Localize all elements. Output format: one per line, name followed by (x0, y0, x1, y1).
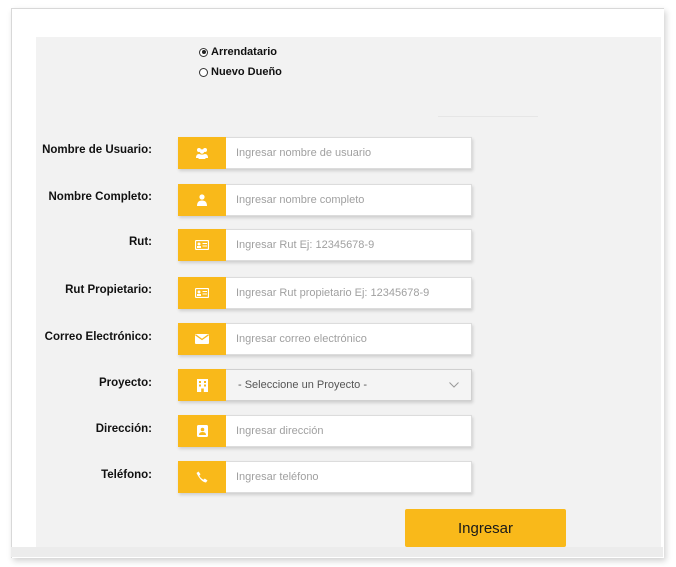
username-label: Nombre de Usuario: (42, 144, 152, 156)
rut-field-group (178, 229, 472, 261)
email-field-group (178, 323, 472, 355)
address-field-group (178, 415, 472, 447)
fullname-input[interactable] (226, 184, 472, 216)
user-icon (178, 184, 226, 216)
id-card-icon (178, 277, 226, 309)
email-label: Correo Electrónico: (44, 331, 152, 343)
project-field-group: - Seleccione un Proyecto - (178, 369, 472, 401)
phone-label: Teléfono: (101, 469, 152, 481)
fullname-field-group (178, 184, 472, 216)
role-radio-group: Arrendatario Nuevo Dueño (199, 42, 282, 82)
rut-input[interactable] (226, 229, 472, 261)
phone-icon (178, 461, 226, 493)
project-select-value: - Seleccione un Proyecto - (238, 379, 368, 391)
building-icon (178, 369, 226, 401)
owner-rut-label: Rut Propietario: (65, 284, 152, 296)
fullname-label: Nombre Completo: (48, 191, 153, 203)
phone-input[interactable] (226, 461, 472, 493)
submit-button[interactable]: Ingresar (405, 509, 566, 547)
radio-label-arrendatario: Arrendatario (211, 46, 278, 58)
address-input[interactable] (226, 415, 472, 447)
address-label: Dirección: (95, 423, 152, 435)
envelope-icon (178, 323, 226, 355)
address-card-icon (178, 415, 226, 447)
project-label: Proyecto: (98, 377, 152, 389)
divider (438, 116, 538, 117)
phone-field-group (178, 461, 472, 493)
username-input[interactable] (226, 137, 472, 169)
id-card-icon (178, 229, 226, 261)
radio-arrendatario[interactable]: Arrendatario (199, 42, 282, 62)
bottom-strip (11, 547, 663, 557)
radio-checked-icon[interactable] (199, 47, 208, 57)
chevron-down-icon (449, 382, 459, 388)
project-select[interactable]: - Seleccione un Proyecto - (226, 369, 472, 401)
username-field-group (178, 137, 472, 169)
owner-rut-field-group (178, 277, 472, 309)
email-input[interactable] (226, 323, 472, 355)
owner-rut-input[interactable] (226, 277, 472, 309)
radio-unchecked-icon[interactable] (199, 67, 208, 77)
radio-label-nuevo-dueno: Nuevo Dueño (211, 66, 282, 78)
rut-label: Rut: (129, 236, 152, 248)
users-icon (178, 137, 226, 169)
radio-nuevo-dueno[interactable]: Nuevo Dueño (199, 62, 282, 82)
